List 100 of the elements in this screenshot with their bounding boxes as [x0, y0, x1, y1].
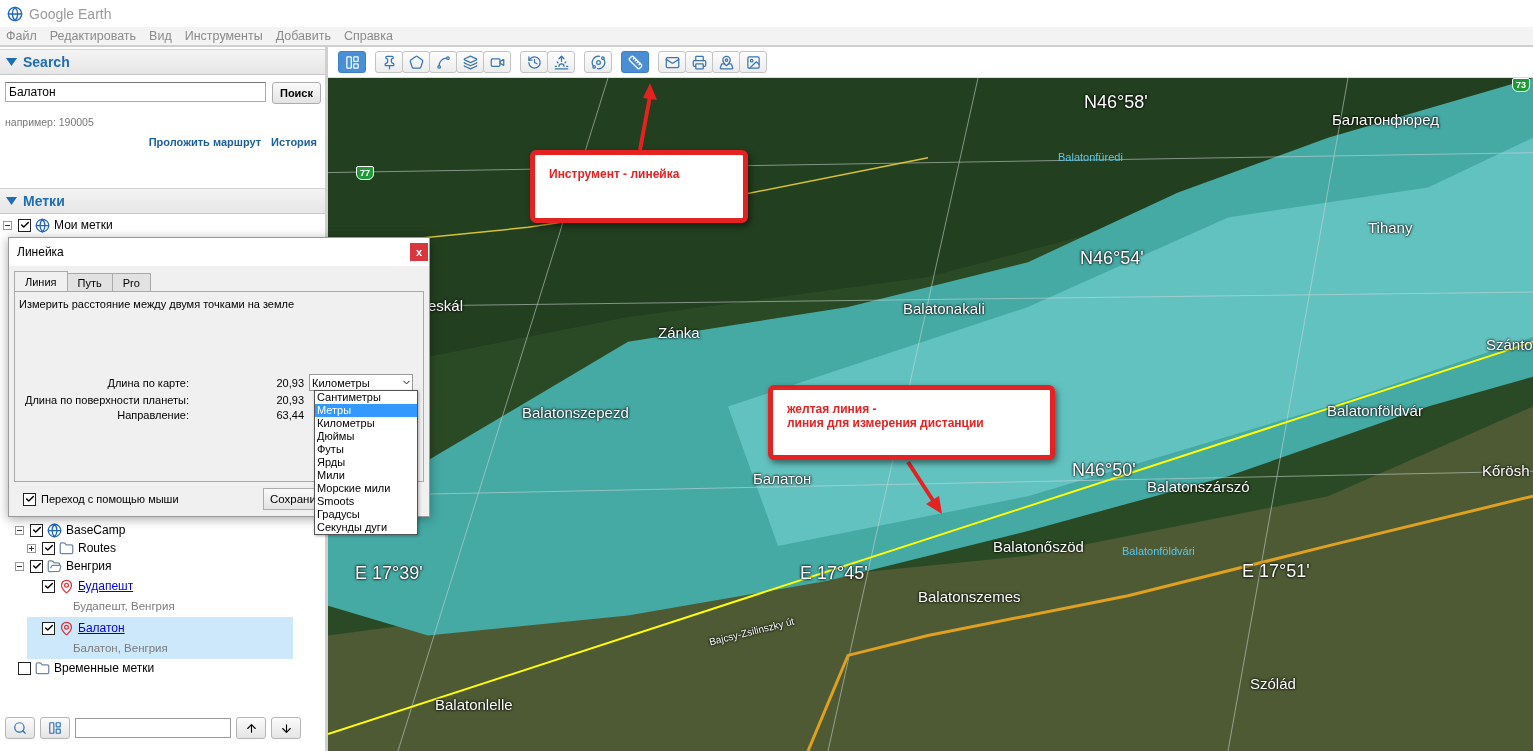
search-field[interactable]: Балатон [5, 82, 266, 102]
places-panel-header[interactable]: Метки [0, 188, 325, 214]
search-button[interactable]: Поиск [272, 82, 321, 104]
move-down-button[interactable] [271, 717, 301, 739]
map-pin-icon [59, 620, 74, 636]
callout-text: желтая линия - [787, 402, 878, 416]
toolbar-button[interactable] [483, 51, 511, 73]
checkbox[interactable] [30, 559, 43, 573]
measure-label: Направление: [116, 409, 189, 421]
globe-icon [47, 522, 62, 538]
toolbar-button[interactable] [520, 51, 548, 73]
tree-item-label[interactable]: Мои метки [54, 218, 113, 232]
dropdown-option[interactable]: Морские мили [315, 482, 417, 495]
map-pin-icon [718, 54, 734, 70]
search-hint: например: 190005 [4, 115, 95, 128]
place-label: Tihany [1368, 219, 1413, 236]
collapse-triangle-icon[interactable] [6, 196, 17, 206]
app-logo-icon [7, 5, 23, 22]
place-label: Balatonakali [903, 300, 985, 317]
toolbar-button[interactable] [456, 51, 484, 73]
sidebar-icon [344, 54, 360, 70]
place-label: Balatonszepezd [522, 404, 629, 421]
place-label: Балатонфюред [1332, 111, 1439, 128]
toolbar-button[interactable] [338, 51, 366, 73]
dropdown-option[interactable]: Ярды [315, 456, 417, 469]
dropdown-option[interactable]: Секунды дуги [315, 521, 417, 534]
toolbar-button[interactable] [547, 51, 575, 73]
open-folder-icon [47, 558, 62, 574]
dropdown-option[interactable]: Дюймы [315, 430, 417, 443]
checkbox[interactable] [42, 541, 55, 555]
tree-item-label[interactable]: BaseCamp [66, 523, 126, 537]
layers-icon [462, 54, 478, 70]
toolbar-button[interactable] [658, 51, 686, 73]
checkbox[interactable] [30, 523, 43, 537]
placemark-row[interactable]: Будапешт Будапешт, Венгрия [27, 575, 293, 617]
toolbar-button[interactable] [402, 51, 430, 73]
close-button[interactable]: x [410, 243, 428, 261]
measure-value: 20,93 [275, 394, 305, 406]
collapse-toggle[interactable] [15, 561, 24, 571]
placemark-row[interactable]: Балатон Балатон, Венгрия [27, 617, 293, 659]
collapse-triangle-icon[interactable] [6, 57, 17, 67]
dropdown-option[interactable]: Километры [315, 417, 417, 430]
tree-item-label[interactable]: Routes [78, 541, 117, 555]
place-label: Balatonszemes [918, 588, 1021, 605]
tab[interactable]: Pro [111, 273, 151, 291]
placemark-link[interactable]: Балатон [78, 621, 125, 635]
search-button[interactable] [5, 717, 35, 739]
coordinate-label: N46°50' [1072, 460, 1136, 481]
map-pin-icon [59, 578, 74, 594]
toolbar-button[interactable] [712, 51, 740, 73]
pin-icon [381, 54, 397, 70]
collapse-toggle[interactable] [3, 220, 12, 230]
checkbox[interactable] [18, 661, 31, 675]
globe-icon [35, 217, 50, 233]
checkbox[interactable] [23, 492, 36, 506]
placemark-address: Балатон, Венгрия [72, 641, 169, 654]
mail-icon [664, 54, 680, 70]
road-shield: 73 [1512, 78, 1530, 92]
dropdown-option[interactable]: Футы [315, 443, 417, 456]
toolbar-button[interactable] [584, 51, 612, 73]
coordinate-label: N46°54' [1080, 248, 1144, 269]
tree-item-label[interactable]: Венгрия [66, 559, 112, 573]
expand-toggle[interactable] [27, 543, 36, 553]
arrow-up-icon [244, 721, 258, 735]
toolbar-button[interactable] [685, 51, 713, 73]
move-up-button[interactable] [236, 717, 266, 739]
dialog-title: Линейка [17, 245, 64, 259]
polygon-icon [408, 54, 424, 70]
measure-label: Длина по поверхности планеты: [23, 394, 189, 406]
checkbox[interactable] [18, 218, 31, 232]
dropdown-option[interactable]: Сантиметры [315, 391, 417, 404]
tree-item-label[interactable]: Временные метки [54, 661, 155, 675]
place-label: Balatonföldvári [1122, 545, 1195, 557]
panel-title: Search [23, 54, 70, 70]
toolbar-button[interactable] [429, 51, 457, 73]
dropdown-option[interactable]: Smoots [315, 495, 417, 508]
search-icon [13, 721, 27, 735]
coordinate-label: E 17°51' [1242, 561, 1310, 582]
search-panel-header[interactable]: Search [0, 49, 325, 75]
place-label: Szólád [1250, 675, 1296, 692]
tab[interactable]: Линия [14, 271, 68, 291]
link[interactable]: История [271, 136, 317, 150]
toolbar-button[interactable] [621, 51, 649, 73]
collapse-toggle[interactable] [15, 525, 24, 535]
checkbox[interactable] [42, 579, 55, 593]
coordinate-label: N46°58' [1084, 92, 1148, 113]
tab[interactable]: Путь [66, 273, 113, 291]
placemark-link[interactable]: Будапешт [78, 579, 134, 593]
window-title: Google Earth [29, 5, 112, 22]
toolbar-button[interactable] [375, 51, 403, 73]
measure-value: 63,44 [275, 409, 305, 421]
panel-toggle-button[interactable] [40, 717, 70, 739]
dropdown-option[interactable]: Мили [315, 469, 417, 482]
dropdown-option[interactable]: Градусы [315, 508, 417, 521]
checkbox[interactable] [42, 621, 55, 635]
toolbar-button[interactable] [739, 51, 767, 73]
measure-label: Длина по карте: [106, 376, 189, 389]
filter-field[interactable] [75, 718, 231, 738]
link[interactable]: Проложить маршрут [148, 136, 262, 150]
image-icon [745, 54, 761, 70]
